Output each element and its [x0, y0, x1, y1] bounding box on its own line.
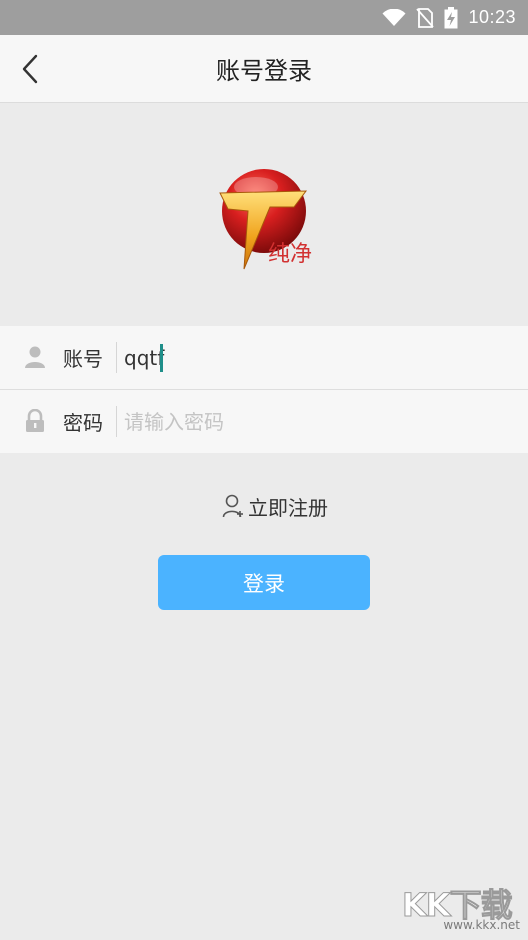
register-label: 立即注册	[248, 495, 328, 520]
lock-icon	[26, 409, 44, 432]
password-divider	[116, 406, 117, 437]
password-input[interactable]	[124, 400, 504, 443]
account-label: 账号	[63, 347, 103, 371]
account-input[interactable]	[124, 336, 504, 379]
app-header: 账号登录	[0, 35, 528, 103]
wifi-icon	[382, 8, 406, 26]
status-bar: 10:23	[0, 0, 528, 35]
register-link[interactable]: 立即注册	[222, 490, 328, 522]
account-row: 账号	[0, 326, 528, 390]
no-sim-icon	[416, 7, 435, 28]
status-time: 10:23	[468, 7, 516, 27]
login-button[interactable]: 登录	[158, 555, 370, 610]
watermark-url: www.kkx.net	[443, 918, 520, 932]
status-icons: 10:23	[382, 0, 516, 35]
password-row: 密码	[0, 390, 528, 453]
watermark-logo: KK下载 www.kkx.net	[402, 880, 524, 933]
login-form: 账号 密码	[0, 326, 528, 453]
back-button[interactable]	[14, 53, 46, 85]
logo-caption: 纯净	[268, 242, 313, 267]
login-screen: 10:23 账号登录 纯净 账号 qqtf 密码 立即注册 登录 KK下载 ww…	[0, 0, 528, 940]
text-caret	[160, 344, 163, 372]
chevron-left-icon	[22, 54, 38, 84]
password-label: 密码	[63, 411, 103, 435]
add-user-icon	[222, 494, 243, 518]
page-title: 账号登录	[216, 57, 312, 85]
user-icon	[25, 346, 45, 368]
battery-charging-icon	[444, 6, 458, 28]
account-divider	[116, 342, 117, 373]
